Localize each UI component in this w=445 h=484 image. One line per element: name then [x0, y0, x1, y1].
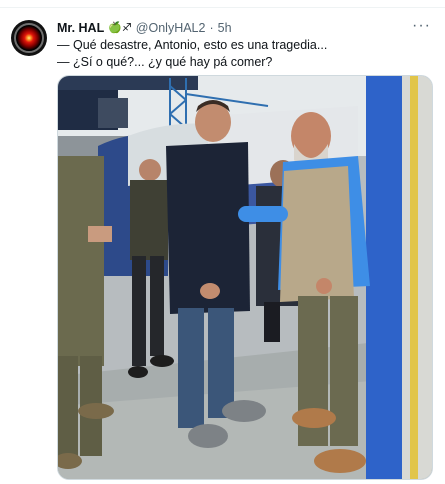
author-name[interactable]: Mr. HAL — [57, 20, 104, 36]
tweet-text-line: — Qué desastre, Antonio, esto es una tra… — [57, 38, 328, 52]
avatar[interactable] — [11, 20, 47, 56]
author-badge: 🍏♐ — [108, 22, 132, 34]
tweet-timestamp[interactable]: 5h — [218, 20, 232, 36]
separator-dot: · — [209, 21, 214, 35]
hal-9000-eye-icon — [14, 23, 44, 53]
photo-illustration — [58, 76, 432, 479]
author-handle[interactable]: @OnlyHAL2 — [136, 20, 206, 36]
tweet[interactable]: Mr. HAL 🍏♐ @OnlyHAL2 · 5h ··· — Qué desa… — [0, 8, 445, 484]
tweet-text-line: — ¿Sí o qué?... ¿y qué hay pá comer? — [57, 55, 273, 69]
more-options-icon[interactable]: ··· — [412, 18, 431, 34]
tweet-photo[interactable] — [57, 75, 433, 480]
tweet-header: Mr. HAL 🍏♐ @OnlyHAL2 · 5h — [57, 20, 232, 36]
tweet-text: — Qué desastre, Antonio, esto es una tra… — [57, 37, 427, 71]
